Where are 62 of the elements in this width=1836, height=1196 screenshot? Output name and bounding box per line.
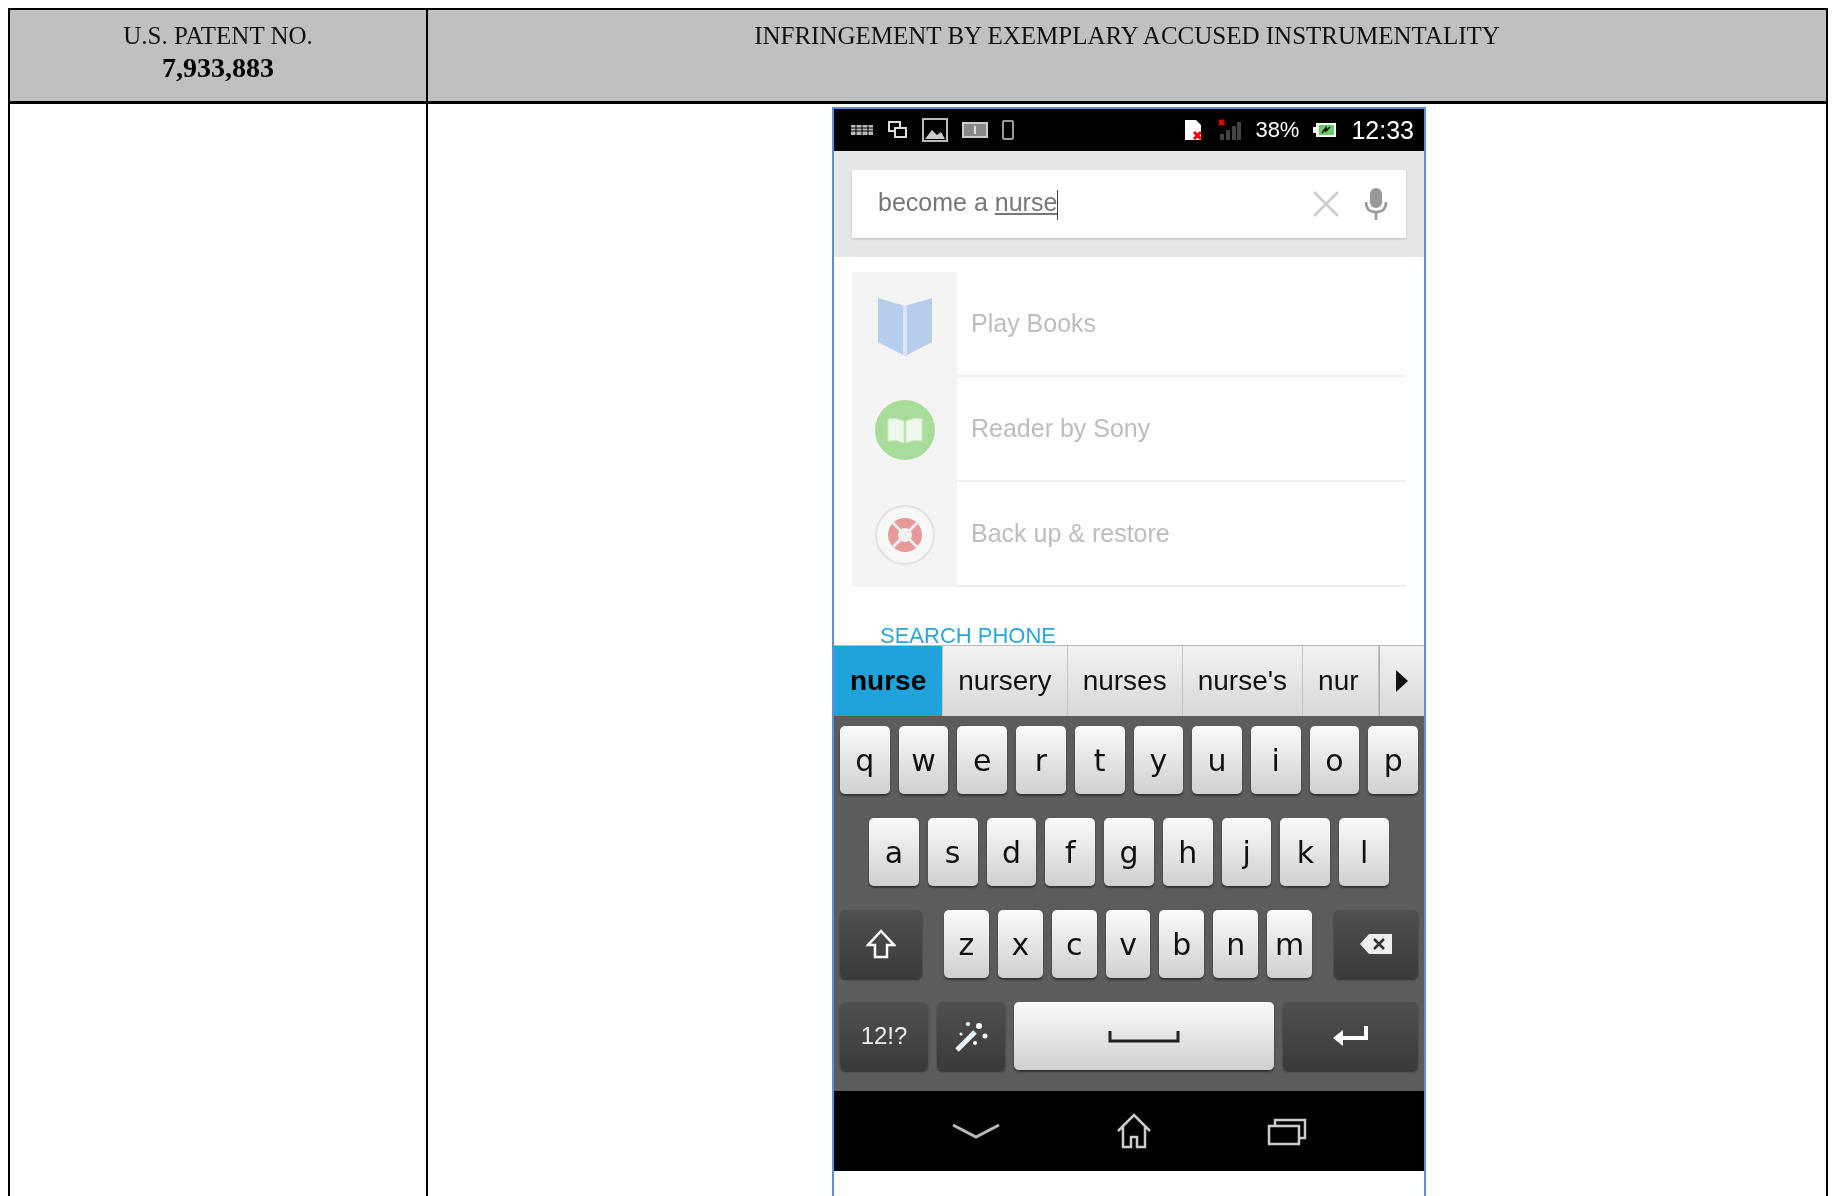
open-book-icon xyxy=(873,398,936,461)
enter-key[interactable] xyxy=(1283,1002,1418,1070)
result-label: Back up & restore xyxy=(971,519,1170,548)
key-button[interactable]: l xyxy=(1339,818,1390,886)
backspace-key[interactable] xyxy=(1334,910,1418,978)
backspace-icon xyxy=(1359,933,1393,955)
space-bar-icon xyxy=(1108,1029,1180,1043)
microphone-icon[interactable] xyxy=(1364,187,1388,221)
key-button[interactable]: d xyxy=(986,818,1037,886)
key-button[interactable]: u xyxy=(1192,726,1242,794)
key-button[interactable]: c xyxy=(1051,910,1097,978)
column-heading: INFRINGEMENT BY EXEMPLARY ACCUSED INSTRUMENTALITY xyxy=(754,22,1500,50)
magic-wand-key[interactable] xyxy=(937,1002,1005,1070)
battery-percentage: 38% xyxy=(1255,117,1300,143)
sim-card-icon xyxy=(1183,119,1204,141)
shift-key[interactable] xyxy=(840,910,922,978)
key-button[interactable]: z xyxy=(944,910,989,978)
battery-icon xyxy=(1313,121,1338,139)
image-icon xyxy=(922,118,948,142)
key-button[interactable]: a xyxy=(869,818,919,886)
key-button[interactable]: y xyxy=(1133,726,1184,794)
key-button[interactable]: q xyxy=(840,726,890,794)
phone-icon xyxy=(1002,120,1014,140)
key-button[interactable]: b xyxy=(1159,910,1205,978)
key-button[interactable]: j xyxy=(1221,818,1272,886)
result-label: Play Books xyxy=(971,309,1097,338)
signal-icon xyxy=(1217,118,1242,142)
search-field-text: become a nurse xyxy=(878,188,1288,220)
recent-apps-icon[interactable] xyxy=(1267,1116,1308,1146)
key-button[interactable]: t xyxy=(1074,726,1125,794)
clock-time: 12:33 xyxy=(1351,115,1414,145)
windows-icon xyxy=(888,121,908,139)
key-button[interactable]: k xyxy=(1280,818,1331,886)
key-button[interactable]: i xyxy=(1250,726,1301,794)
search-field[interactable]: become a nurse xyxy=(852,170,1406,238)
key-button[interactable]: g xyxy=(1104,818,1154,886)
return-arrow-icon xyxy=(1331,1024,1370,1048)
key-button[interactable]: w xyxy=(898,726,949,794)
chevron-down-icon[interactable] xyxy=(950,1121,1001,1141)
key-button[interactable]: o xyxy=(1309,726,1360,794)
key-button[interactable]: x xyxy=(997,910,1043,978)
key-button[interactable]: s xyxy=(927,818,978,886)
keyboard-icon xyxy=(850,123,874,137)
triangle-right-icon[interactable] xyxy=(1395,669,1409,693)
key-button[interactable]: f xyxy=(1045,818,1096,886)
key-button[interactable]: h xyxy=(1162,818,1213,886)
result-label: Reader by Sony xyxy=(971,414,1151,443)
key-button[interactable]: v xyxy=(1105,910,1151,978)
space-key[interactable] xyxy=(1014,1002,1274,1070)
key-button[interactable]: e xyxy=(957,726,1008,794)
info-icon xyxy=(962,121,988,139)
key-button[interactable]: m xyxy=(1267,910,1312,978)
patent-number: 7,933,883 xyxy=(162,52,274,84)
key-button[interactable]: p xyxy=(1368,726,1419,794)
safe-dial-icon xyxy=(873,503,936,566)
suggestion-item[interactable]: nurse xyxy=(834,646,944,716)
key-button[interactable]: r xyxy=(1016,726,1066,794)
shift-arrow-icon xyxy=(866,929,896,959)
key-button[interactable]: n xyxy=(1213,910,1259,978)
key-button[interactable]: 12!? xyxy=(840,1002,928,1070)
section-heading: SEARCH PHONE xyxy=(880,623,1057,649)
column-heading: U.S. PATENT NO. xyxy=(123,22,313,50)
